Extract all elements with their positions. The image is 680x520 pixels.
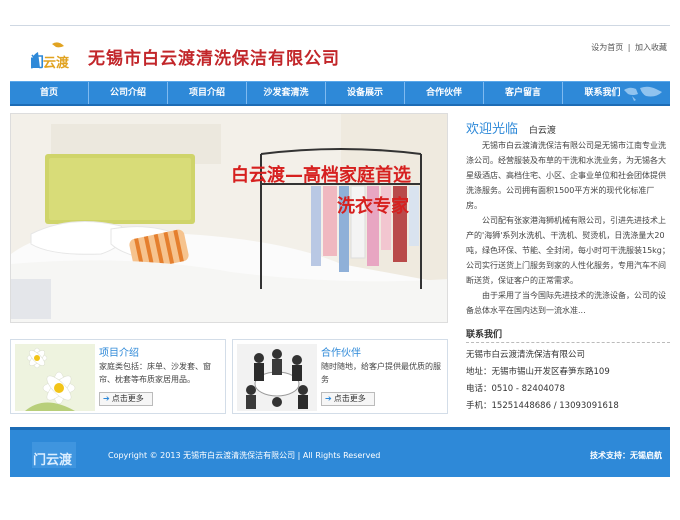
nav-item-messages[interactable]: 客户留言 [484, 82, 563, 104]
company-logo[interactable]: 门 云渡 [28, 38, 76, 72]
top-links: 设为首页 | 加入收藏 [590, 42, 668, 53]
intro-paragraph: 公司配有张家港海狮机械有限公司，引进先进技术上产的'海狮'系列水洗机、干洗机、熨… [466, 216, 670, 285]
main-nav: 首页 公司介绍 项目介绍 沙发套清洗 设备展示 合作伙伴 客户留言 联系我们 [10, 81, 670, 106]
nav-item-sofa-cleaning[interactable]: 沙发套清洗 [247, 82, 326, 104]
partners-box-title: 合作伙伴 [321, 348, 361, 359]
company-name: 无锡市白云渡清洗保洁有限公司 [88, 49, 340, 69]
partners-box-text: 随时随地，给客户提供最优质的服务 [321, 362, 441, 384]
partners-more-button[interactable]: ➔ 点击更多 [321, 392, 375, 406]
link-separator: | [627, 43, 631, 52]
nav-item-partners[interactable]: 合作伙伴 [405, 82, 484, 104]
projects-box-text: 家庭类包括：床单、沙发套、窗帘、枕套等布质家居用品。 [99, 362, 211, 384]
world-map-icon [624, 86, 662, 101]
copyright-text: Copyright © 2013 无锡市白云渡清洗保洁有限公司 | All Ri… [108, 451, 381, 460]
nav-item-about[interactable]: 公司介绍 [89, 82, 168, 104]
contact-phone: 电话：0510 - 82404078 [466, 384, 565, 394]
projects-more-button[interactable]: ➔ 点击更多 [99, 392, 153, 406]
welcome-heading: 欢迎光临 白云渡 [466, 118, 670, 137]
partners-box: 合作伙伴 随时随地，给客户提供最优质的服务 ➔ 点击更多 [232, 339, 448, 414]
contact-company: 无锡市白云渡清洗保洁有限公司 [466, 350, 586, 360]
add-favorite-link[interactable]: 加入收藏 [635, 43, 667, 52]
arrow-right-icon: ➔ [103, 394, 110, 403]
nav-item-projects[interactable]: 项目介绍 [168, 82, 247, 104]
welcome-title: 欢迎光临 [466, 122, 519, 137]
set-homepage-link[interactable]: 设为首页 [591, 43, 623, 52]
contact-info: 无锡市白云渡清洗保洁有限公司 地址：无锡市锡山开发区春笋东路109 电话：051… [466, 347, 670, 415]
logo-lettering: 门 [30, 54, 44, 71]
svg-text:云渡: 云渡 [43, 55, 70, 71]
contact-mobile: 手机：15251448686 / 13093091618 [466, 401, 619, 411]
company-intro: 无锡市白云渡清洗保洁有限公司是无锡市江南专业洗涤公司。经营服装及布草的干洗和水洗… [466, 138, 670, 318]
business-people-image [237, 344, 317, 411]
hero-banner: 白云渡—高档家庭首选 洗衣专家 [10, 113, 448, 323]
logo-lettering: 门云渡 [33, 452, 73, 468]
contact-address: 地址：无锡市锡山开发区春笋东路109 [466, 367, 610, 377]
arrow-right-icon: ➔ [325, 394, 332, 403]
more-label: 点击更多 [333, 394, 366, 403]
tech-support-text: 技术支持：无锡启航 [590, 451, 662, 460]
site-footer: 门云渡 Copyright © 2013 无锡市白云渡清洗保洁有限公司 | Al… [10, 427, 670, 477]
site-header: 门 云渡 无锡市白云渡清洗保洁有限公司 设为首页 | 加入收藏 [10, 30, 670, 80]
bedroom-photo [11, 114, 447, 322]
intro-paragraph: 无锡市白云渡清洗保洁有限公司是无锡市江南专业洗涤公司。经营服装及布草的干洗和水洗… [466, 141, 666, 210]
banner-subtitle: 洗衣专家 [337, 196, 409, 217]
banner-title: 白云渡—高档家庭首选 [231, 165, 411, 186]
top-divider [10, 25, 670, 26]
projects-box: 项目介绍 家庭类包括：床单、沙发套、窗帘、枕套等布质家居用品。 ➔ 点击更多 [10, 339, 226, 414]
welcome-subtitle: 白云渡 [528, 126, 556, 136]
projects-box-title: 项目介绍 [99, 348, 139, 359]
nav-item-home[interactable]: 首页 [10, 82, 89, 104]
contact-title: 联系我们 [466, 327, 670, 343]
flower-image [15, 344, 95, 411]
more-label: 点击更多 [111, 394, 144, 403]
nav-item-equipment[interactable]: 设备展示 [326, 82, 405, 104]
intro-paragraph: 由于采用了当今国际先进技术的洗涤设备，公司的设备总体水平在国内达到一流水准... [466, 291, 666, 315]
footer-logo: 门云渡 [30, 436, 78, 470]
